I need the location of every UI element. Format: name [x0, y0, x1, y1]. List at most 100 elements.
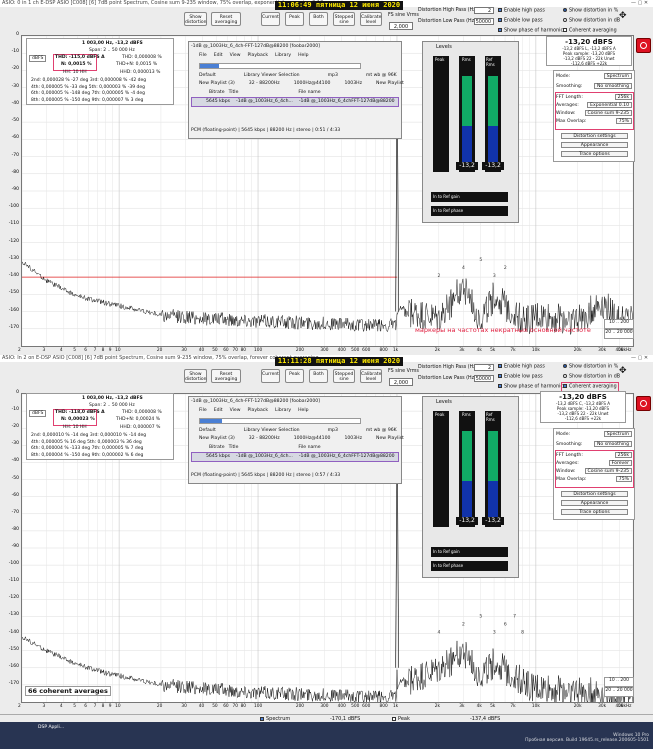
- trace-options-button[interactable]: Trace options: [561, 509, 628, 515]
- move-icon[interactable]: ✥: [619, 366, 627, 376]
- lp-input[interactable]: 50000: [474, 375, 494, 382]
- levels-title: Levels: [436, 399, 452, 405]
- spectrum-trace: [22, 261, 633, 335]
- record-button[interactable]: [636, 38, 651, 53]
- fs-sine-input[interactable]: 2,000: [389, 22, 413, 30]
- window-select[interactable]: Cosine sum 9-235: [584, 110, 632, 116]
- dist-db-radio[interactable]: Show distortion in dB: [563, 18, 620, 24]
- x-tick-label: 10: [115, 348, 121, 353]
- calibrate-level-button[interactable]: Calibrate level: [360, 12, 382, 26]
- lp-input[interactable]: 50000: [474, 18, 494, 25]
- overlap-label: Max Overlap:: [556, 477, 587, 482]
- current-button[interactable]: Current: [261, 369, 280, 383]
- playlist-tabs-row2[interactable]: New Playlist (3) 32 - 88200Hz 1000Hz@44100…: [199, 436, 404, 441]
- both-button[interactable]: Both: [309, 369, 328, 383]
- show-phase-check[interactable]: Show phase of harmonics: [498, 384, 566, 390]
- hh-range: HH: 10 HH: [63, 425, 87, 430]
- both-button[interactable]: Both: [309, 12, 328, 26]
- y-axis-bottom: 0 -10 -20 -30 -40 -50 -60 -70 -80 -90 -100 -110 -120…: [0, 390, 21, 701]
- record-button[interactable]: [636, 396, 651, 411]
- menu-edit[interactable]: Edit: [214, 53, 223, 58]
- smoothing-select[interactable]: No smoothing: [593, 83, 632, 89]
- current-button[interactable]: Current: [261, 12, 280, 26]
- move-icon[interactable]: ✥: [619, 11, 627, 21]
- menu-library[interactable]: Library: [275, 53, 291, 58]
- playlist-tabs-row2[interactable]: New Playlist (3) 32 - 88200Hz 1000Hz@44100…: [199, 81, 404, 86]
- averages-select[interactable]: Exponential 0.10: [587, 102, 632, 108]
- window-select[interactable]: Cosine sum 9-235: [584, 468, 632, 474]
- hp-input[interactable]: 2: [474, 364, 494, 371]
- menu-help[interactable]: Help: [298, 53, 308, 58]
- enable-lp-check[interactable]: Enable low pass: [498, 18, 543, 24]
- y-tick-label: -40: [11, 458, 19, 464]
- distortion-settings-button[interactable]: Distortion settings: [561, 491, 628, 497]
- menu-playback[interactable]: Playback: [248, 53, 269, 58]
- menu-playback[interactable]: Playback: [248, 408, 269, 413]
- menu-library[interactable]: Library: [275, 408, 291, 413]
- dist-percent-radio[interactable]: Show distortion in %: [563, 364, 618, 370]
- show-distortion-button[interactable]: Show distortion: [184, 369, 207, 383]
- x-tick-label: 300: [320, 704, 329, 709]
- seek-bar[interactable]: [199, 63, 361, 69]
- mode-select[interactable]: Spectrum: [603, 73, 632, 79]
- x-tick-label: 50kHz: [618, 704, 632, 709]
- in-ref-phase: In to Ref phase: [431, 561, 508, 571]
- menu-help[interactable]: Help: [298, 408, 308, 413]
- thd-unit-select[interactable]: dBFS: [29, 55, 47, 62]
- clock-display: 11:06:49 пятница 12 июня 2020: [275, 1, 403, 10]
- range-button-2[interactable]: 20 .. 20 000: [604, 329, 634, 339]
- y-tick-label: -120: [8, 595, 19, 601]
- appearance-button[interactable]: Appearance: [561, 500, 628, 506]
- stepped-sine-button[interactable]: Stepped sine: [333, 369, 355, 383]
- peak-button[interactable]: Peak: [285, 12, 304, 26]
- fft-length-select[interactable]: 256k: [614, 452, 632, 458]
- track-row[interactable]: 5645 kbps -1dB @_1003Hz_6_4ch... -1dB @_10…: [191, 97, 399, 107]
- menu-edit[interactable]: Edit: [214, 408, 223, 413]
- enable-hp-check[interactable]: Enable high pass: [498, 8, 545, 14]
- window-controls[interactable]: — ▢ ✕: [631, 0, 653, 7]
- show-phase-check[interactable]: Show phase of harmonics: [498, 28, 566, 34]
- fs-sine-input[interactable]: 2,000: [389, 378, 413, 386]
- x-axis-bottom: 2 3 4 5 6 7 8 9 10 20 30 40 50 60 70 80 100 200 300 400 500 6…: [18, 703, 633, 710]
- enable-hp-check[interactable]: Enable high pass: [498, 364, 545, 370]
- reset-averaging-button[interactable]: Reset averaging: [211, 369, 241, 383]
- overlap-select[interactable]: 75%: [615, 476, 632, 482]
- stepped-sine-button[interactable]: Stepped sine: [333, 12, 355, 26]
- track-row[interactable]: 5645 kbps -1dB @_1003Hz_6_4ch... -1dB @_10…: [191, 452, 399, 462]
- show-distortion-button[interactable]: Show distortion: [184, 12, 207, 26]
- menu-view[interactable]: View: [230, 408, 241, 413]
- x-tick-label: 100: [254, 704, 263, 709]
- peak-button[interactable]: Peak: [285, 369, 304, 383]
- range-button-2[interactable]: 20 .. 20 000: [604, 687, 634, 697]
- overlap-select[interactable]: 75%: [615, 118, 632, 124]
- reset-averaging-button[interactable]: Reset averaging: [211, 12, 241, 26]
- dist-db-radio[interactable]: Show distortion in dB: [563, 374, 620, 380]
- x-tick-label: 7k: [510, 704, 516, 709]
- enable-lp-check[interactable]: Enable low pass: [498, 374, 543, 380]
- calibrate-level-button[interactable]: Calibrate level: [360, 369, 382, 383]
- smoothing-select[interactable]: No smoothing: [593, 441, 632, 447]
- rew-window-top: ASIO: 0 in 1 ch E-DSP ASIO [C008] [6] 7d…: [0, 0, 653, 355]
- range-button-1[interactable]: 10 .. 200: [604, 677, 634, 687]
- distortion-settings-button[interactable]: Distortion settings: [561, 133, 628, 139]
- taskbar-app[interactable]: DSP Appli...: [38, 725, 64, 730]
- settings-panel: Mode: Spectrum Smoothing: No smoothing F…: [553, 428, 635, 520]
- trace-options-button[interactable]: Trace options: [561, 151, 628, 157]
- menu-view[interactable]: View: [230, 53, 241, 58]
- hp-input[interactable]: 2: [474, 7, 494, 14]
- range-button-1[interactable]: 10 .. 200: [604, 319, 634, 329]
- playlist-tabs[interactable]: Default Library Viewer Selection mp3 mt wb …: [199, 428, 397, 433]
- playlist-tabs[interactable]: Default Library Viewer Selection mp3 mt wb …: [199, 73, 397, 78]
- seek-bar[interactable]: [199, 418, 361, 424]
- thd-unit-select[interactable]: dBFS: [29, 410, 47, 417]
- harmonic-marker: 2: [462, 622, 465, 628]
- averages-select[interactable]: Forever: [608, 460, 632, 466]
- window-controls[interactable]: — ▢ ✕: [631, 355, 653, 362]
- dist-percent-radio[interactable]: Show distortion in %: [563, 8, 618, 14]
- coherent-avg-check[interactable]: Coherent averaging: [563, 28, 617, 34]
- menu-file[interactable]: File: [199, 53, 207, 58]
- fft-length-select[interactable]: 256k: [614, 94, 632, 100]
- mode-select[interactable]: Spectrum: [603, 431, 632, 437]
- menu-file[interactable]: File: [199, 408, 207, 413]
- appearance-button[interactable]: Appearance: [561, 142, 628, 148]
